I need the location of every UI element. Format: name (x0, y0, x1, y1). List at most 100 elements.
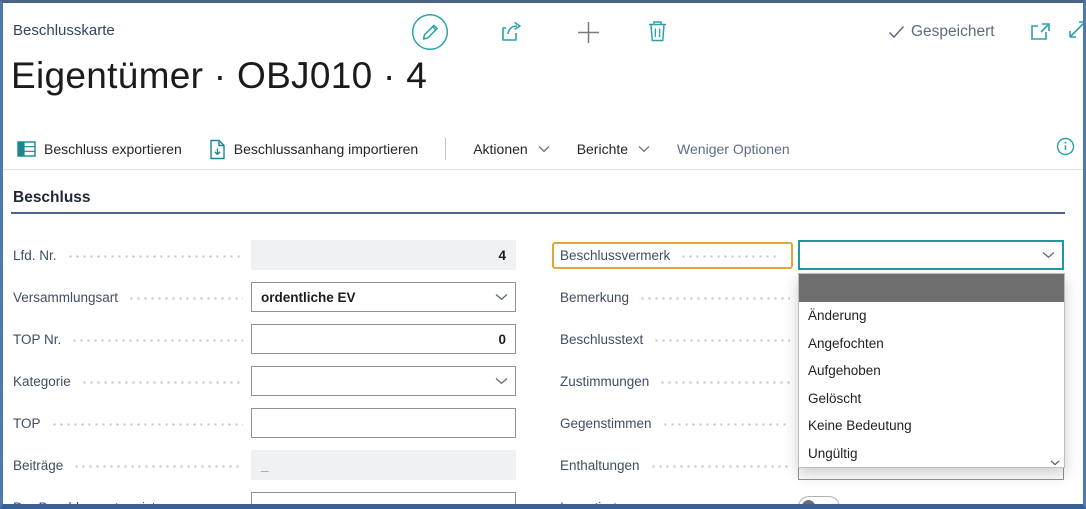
dotted-leader (128, 297, 243, 300)
dotted-leader (73, 465, 243, 468)
info-icon (1056, 137, 1075, 156)
dotted-leader (680, 255, 777, 258)
weniger-optionen-label: Weniger Optionen (677, 141, 790, 157)
open-in-new-window-button[interactable] (1029, 21, 1052, 42)
beschlussvermerk-label-highlight: Beschlussvermerk (552, 242, 793, 269)
export-beschluss-button[interactable]: Beschluss exportieren (17, 140, 182, 158)
beschlussvermerk-dropdown-panel: Änderung Angefochten Aufgehoben Gelöscht… (798, 273, 1065, 468)
kategorie-label: Kategorie (13, 374, 71, 389)
field-row-beschlussantrag: Der Beschlussantrag ist (13, 492, 516, 509)
popout-icon (1029, 21, 1052, 42)
scroll-down-chevron-icon[interactable] (1050, 460, 1060, 466)
document-import-icon (209, 139, 226, 160)
chevron-down-icon (495, 377, 508, 385)
field-row-top-nr: TOP Nr. 0 (13, 324, 516, 354)
trash-icon (647, 19, 668, 44)
top-label: TOP (13, 416, 41, 431)
berichte-label: Berichte (577, 141, 628, 157)
field-row-beschlussvermerk: Beschlussvermerk (560, 240, 1064, 270)
delete-button[interactable] (647, 19, 668, 44)
action-bar: Beschluss exportieren Beschlussanhang im… (3, 130, 1083, 168)
dropdown-option-empty-selected[interactable] (799, 274, 1064, 302)
field-row-importiert: Importiert (560, 492, 1064, 509)
share-icon (499, 20, 524, 44)
info-button[interactable] (1056, 137, 1075, 156)
lfd-nr-value: 4 (498, 248, 506, 263)
section-underline (11, 212, 1065, 214)
lfd-nr-label: Lfd. Nr. (13, 248, 57, 263)
new-record-button[interactable] (577, 21, 600, 44)
actionbar-separator (3, 169, 1083, 170)
chevron-down-icon (495, 293, 508, 301)
dotted-leader (659, 381, 790, 384)
versammlungsart-value: ordentliche EV (261, 290, 356, 305)
dropdown-option[interactable]: Keine Bedeutung (799, 412, 1064, 440)
field-row-versammlungsart: Versammlungsart ordentliche EV (13, 282, 516, 312)
dotted-leader (51, 423, 243, 426)
field-row-top: TOP (13, 408, 516, 438)
gegenstimmen-label: Gegenstimmen (560, 416, 652, 431)
field-row-beitraege: Beiträge _ (13, 450, 516, 480)
toggle-knob (802, 500, 815, 509)
dotted-leader (650, 465, 790, 468)
weniger-optionen-link[interactable]: Weniger Optionen (677, 141, 790, 157)
aktionen-label: Aktionen (473, 141, 527, 157)
chevron-down-icon (538, 145, 550, 153)
beschlussvermerk-combobox[interactable] (798, 240, 1064, 270)
dotted-leader (67, 255, 243, 258)
share-button[interactable] (499, 20, 524, 44)
chevron-down-icon (495, 503, 508, 509)
importiert-toggle-slot (798, 496, 1064, 509)
importiert-toggle[interactable] (798, 496, 840, 509)
bemerkung-label: Bemerkung (560, 290, 629, 305)
save-status: Gespeichert (888, 23, 995, 41)
kategorie-combobox[interactable] (251, 366, 516, 396)
dropdown-option[interactable]: Angefochten (799, 330, 1064, 358)
page-caption: Beschlusskarte (13, 22, 115, 39)
beschlussvermerk-label: Beschlussvermerk (560, 248, 670, 263)
zustimmungen-label: Zustimmungen (560, 374, 649, 389)
dotted-leader (81, 381, 243, 384)
top-nr-value: 0 (498, 332, 506, 347)
beschlusskarte-window: Beschlusskarte (0, 0, 1086, 509)
dotted-leader (71, 339, 243, 342)
plus-icon (577, 21, 600, 44)
export-beschluss-label: Beschluss exportieren (44, 141, 182, 157)
edit-pencil-button[interactable] (411, 13, 449, 51)
excel-export-icon (17, 140, 36, 158)
dropdown-option[interactable]: Gelöscht (799, 385, 1064, 413)
resize-diagonal-icon (1065, 18, 1086, 42)
pencil-icon (411, 13, 449, 51)
beschlussantrag-combobox[interactable] (251, 492, 516, 509)
beitraege-field[interactable]: _ (251, 450, 516, 480)
beschlusstext-label: Beschlusstext (560, 332, 643, 347)
checkmark-icon (888, 25, 905, 39)
dotted-leader (639, 297, 790, 300)
resize-window-button[interactable] (1065, 18, 1086, 42)
dropdown-option[interactable]: Aufgehoben (799, 357, 1064, 385)
beitraege-drilldown-link[interactable]: _ (261, 458, 269, 473)
top-nr-field[interactable]: 0 (251, 324, 516, 354)
enthaltungen-label: Enthaltungen (560, 458, 640, 473)
top-nr-label: TOP Nr. (13, 332, 61, 347)
aktionen-menu[interactable]: Aktionen (473, 141, 549, 157)
section-title: Beschluss (13, 189, 91, 207)
beschlussantrag-label: Der Beschlussantrag ist (13, 500, 156, 509)
chevron-down-icon (1042, 251, 1055, 259)
field-row-kategorie: Kategorie (13, 366, 516, 396)
dotted-leader (662, 423, 790, 426)
versammlungsart-label: Versammlungsart (13, 290, 118, 305)
beitraege-label: Beiträge (13, 458, 63, 473)
dropdown-option[interactable]: Änderung (799, 302, 1064, 330)
field-row-lfd-nr: Lfd. Nr. 4 (13, 240, 516, 270)
berichte-menu[interactable]: Berichte (577, 141, 650, 157)
import-anhang-label: Beschlussanhang importieren (234, 141, 418, 157)
importiert-label: Importiert (560, 500, 617, 509)
import-anhang-button[interactable]: Beschlussanhang importieren (209, 139, 418, 160)
page-title: Eigentümer · OBJ010 · 4 (11, 55, 427, 97)
lfd-nr-field: 4 (251, 240, 516, 270)
top-field[interactable] (251, 408, 516, 438)
dropdown-option[interactable]: Ungültig (799, 440, 1064, 468)
save-status-label: Gespeichert (911, 23, 995, 41)
versammlungsart-combobox[interactable]: ordentliche EV (251, 282, 516, 312)
